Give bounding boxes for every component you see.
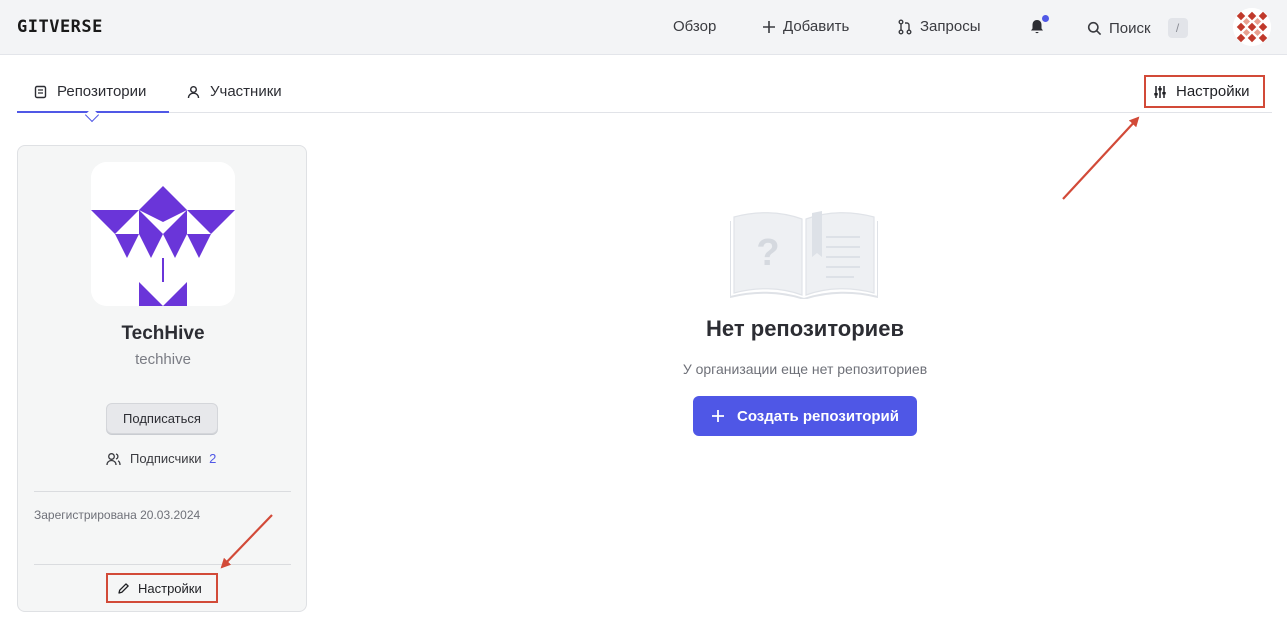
- svg-text:?: ?: [756, 232, 779, 274]
- followers-link[interactable]: Подписчики 2: [106, 451, 216, 466]
- org-settings-button-label: Настройки: [138, 580, 202, 596]
- nav-add[interactable]: Добавить: [762, 18, 849, 35]
- tab-repositories[interactable]: Репозитории: [34, 83, 146, 100]
- tab-members-label: Участники: [210, 83, 282, 100]
- subscribe-button[interactable]: Подписаться: [106, 403, 218, 434]
- gitverse-logo[interactable]: GITVERSE: [17, 17, 103, 37]
- empty-state-title: Нет репозиториев: [706, 316, 904, 341]
- plus-icon: [712, 410, 724, 422]
- tab-members[interactable]: Участники: [187, 83, 282, 100]
- users-icon: [106, 452, 121, 465]
- org-logo: [91, 162, 235, 306]
- search-icon: [1087, 21, 1102, 35]
- nav-search-label: Поиск: [1109, 19, 1151, 37]
- card-divider: [34, 491, 291, 492]
- sliders-icon: [1154, 85, 1166, 98]
- tab-repositories-label: Репозитории: [57, 83, 147, 100]
- org-settings-button[interactable]: Настройки: [106, 573, 218, 603]
- org-slug: techhive: [135, 351, 191, 368]
- nav-add-label: Добавить: [783, 18, 850, 35]
- open-book-illustration: ?: [730, 211, 878, 299]
- top-navigation-bar: GITVERSE Обзор Добавить Запросы Поиск /: [0, 0, 1287, 55]
- pull-request-icon: [898, 19, 912, 34]
- org-name: TechHive: [121, 323, 205, 344]
- pencil-icon: [118, 582, 129, 594]
- notification-dot: [1042, 15, 1049, 22]
- org-settings-tab-label: Настройки: [1176, 83, 1250, 100]
- org-settings-tab[interactable]: Настройки: [1144, 75, 1265, 108]
- user-icon: [187, 85, 200, 98]
- nav-overview[interactable]: Обзор: [673, 18, 716, 35]
- book-icon: [34, 85, 47, 98]
- card-divider: [34, 564, 291, 565]
- user-avatar[interactable]: [1233, 8, 1271, 46]
- create-repository-label: Создать репозиторий: [737, 407, 899, 425]
- avatar-pattern-icon: [1233, 8, 1271, 46]
- nav-requests-label: Запросы: [920, 18, 981, 35]
- empty-state-subtitle: У организации еще нет репозиториев: [682, 361, 928, 377]
- followers-label: Подписчики: [130, 451, 202, 466]
- registration-date: Зарегистрирована 20.03.2024: [34, 508, 201, 522]
- followers-count: 2: [209, 451, 217, 466]
- nav-requests[interactable]: Запросы: [897, 18, 981, 35]
- nav-overview-label: Обзор: [673, 18, 717, 35]
- plus-icon: [763, 20, 775, 33]
- create-repository-button[interactable]: Создать репозиторий: [693, 396, 917, 436]
- org-profile-card: TechHive techhive Подписаться Подписчики…: [17, 145, 307, 612]
- search-shortcut-key: /: [1167, 18, 1188, 38]
- nav-search[interactable]: Поиск /: [1087, 18, 1188, 38]
- techhive-logo-icon: [91, 162, 235, 306]
- org-tabs: Репозитории Участники: [17, 75, 1272, 123]
